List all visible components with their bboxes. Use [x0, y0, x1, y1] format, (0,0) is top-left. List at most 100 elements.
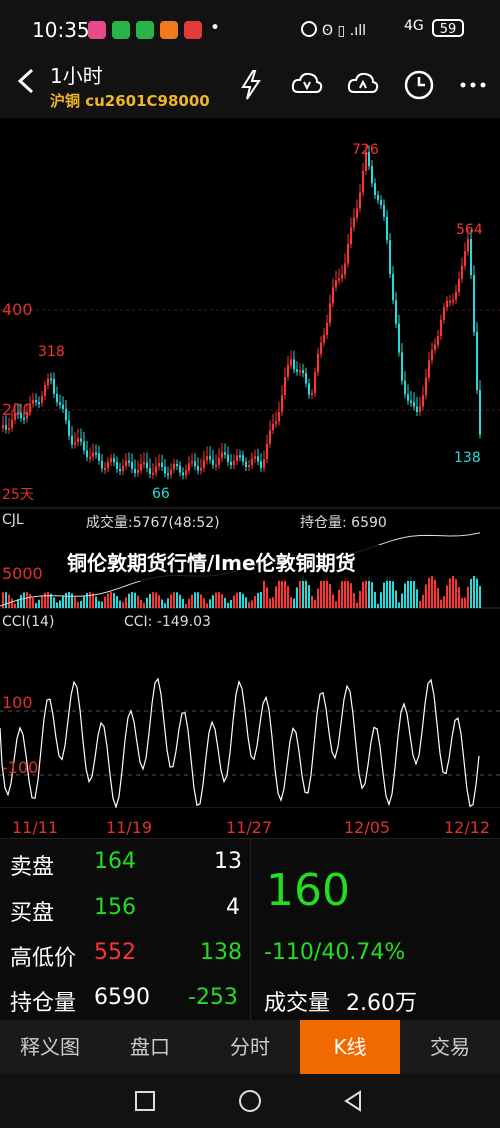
buy-price: 156: [94, 895, 136, 920]
candle-body: [305, 373, 307, 384]
cloud-download-icon[interactable]: [290, 68, 324, 102]
volume-bar: [122, 602, 124, 608]
volume-bar: [26, 592, 28, 608]
kline-chart[interactable]: 400 200 726 564 318 66 138 25天 CJL 成交量:5…: [0, 118, 500, 810]
divider: [250, 839, 251, 1021]
candle-body: [302, 370, 304, 374]
candle-body: [281, 395, 283, 412]
candle-body: [251, 458, 253, 466]
volume-bar: [254, 595, 256, 608]
volume-bar: [329, 584, 331, 608]
candle-body: [347, 244, 349, 264]
volume-bar: [437, 588, 439, 608]
volume-bar: [188, 598, 190, 608]
candle-body: [416, 406, 418, 412]
candle-body: [167, 473, 169, 476]
volume-bar: [443, 596, 445, 608]
volume-bar: [257, 592, 259, 608]
candle-body: [434, 344, 436, 351]
app-notification-icon: [88, 21, 106, 39]
volume-bar: [407, 577, 409, 608]
candle-body: [476, 332, 478, 391]
candle-body: [140, 463, 142, 471]
volume-bar: [227, 602, 229, 608]
tab-orderbook[interactable]: 盘口: [100, 1020, 200, 1074]
volume-bar: [158, 595, 160, 608]
volume-bar: [272, 597, 274, 608]
app-notification-icon: [184, 21, 202, 39]
candle-body: [194, 461, 196, 467]
candle-body: [146, 462, 148, 469]
candle-body: [209, 456, 211, 460]
candle-body: [101, 460, 103, 469]
candle-body: [287, 365, 289, 377]
home-icon[interactable]: [238, 1089, 262, 1113]
date-label: 11/27: [226, 818, 273, 837]
candle-body: [212, 459, 214, 466]
tab-kline[interactable]: K线: [300, 1020, 400, 1074]
candle-body: [317, 353, 319, 373]
volume-bar: [53, 597, 55, 608]
clock-icon[interactable]: [402, 68, 436, 102]
volume-bar: [191, 594, 193, 608]
volume-bar: [404, 583, 406, 608]
volume-bar: [467, 586, 469, 608]
candle-body: [242, 455, 244, 462]
battery-icon: 59: [432, 19, 464, 37]
volume-bar: [347, 577, 349, 608]
volume-bar: [11, 598, 13, 608]
candle-body: [68, 420, 70, 436]
volume-bar: [245, 597, 247, 608]
candle-body: [152, 472, 154, 475]
volume-bar: [470, 578, 472, 608]
candle-body: [53, 378, 55, 394]
candle-body: [464, 251, 466, 266]
wechat-icon: [136, 21, 154, 39]
volume-bar: [332, 594, 334, 608]
volume-bar: [287, 586, 289, 608]
overlay-caption: 铜伦敦期货行情/lme伦敦铜期货: [57, 545, 427, 581]
volume-bar: [446, 585, 448, 608]
more-options-icon[interactable]: [456, 68, 490, 102]
volume-bar: [233, 595, 235, 608]
quote-panel: 卖盘 164 13 买盘 156 4 高低价 552 138 持仓量 6590 …: [0, 838, 500, 1021]
candle-body: [233, 461, 235, 466]
volume-bar: [452, 576, 454, 608]
candle-body: [362, 170, 364, 193]
candle-body: [431, 350, 433, 361]
candle-body: [374, 183, 376, 196]
volume-bar: [464, 597, 466, 608]
candle-body: [197, 466, 199, 471]
candle-body: [182, 472, 184, 476]
volume-bar: [116, 596, 118, 608]
lightning-icon[interactable]: [234, 68, 268, 102]
candle-body: [74, 442, 76, 445]
candle-body: [356, 208, 358, 218]
app-notification-icon: [160, 21, 178, 39]
candle-body: [62, 404, 64, 409]
tab-trade[interactable]: 交易: [400, 1020, 500, 1074]
volume-bar: [137, 595, 139, 608]
ma-label: 25天: [2, 487, 34, 503]
status-bar: 10:35 • ʘ ▯ ․ıll 4G 59: [0, 0, 500, 56]
volume-bar: [224, 597, 226, 608]
back-icon[interactable]: [342, 1090, 364, 1112]
back-arrow-icon[interactable]: [10, 64, 44, 98]
cloud-upload-icon[interactable]: [346, 68, 380, 102]
volume-bar: [398, 602, 400, 608]
candle-body: [215, 464, 217, 467]
app-header: 1小时 沪铜 cu2601C98000: [0, 56, 500, 118]
sell-label: 卖盘: [10, 855, 55, 880]
candle-body: [470, 239, 472, 276]
tab-explain[interactable]: 释义图: [0, 1020, 100, 1074]
volume-bar: [146, 597, 148, 608]
volume-bar: [215, 592, 217, 608]
candle-body: [200, 467, 202, 471]
candle-body: [284, 376, 286, 396]
volume-bar: [317, 588, 319, 608]
recents-icon[interactable]: [134, 1090, 156, 1112]
buy-label: 买盘: [10, 901, 55, 926]
sell-volume: 13: [214, 849, 242, 874]
tab-timeshare[interactable]: 分时: [200, 1020, 300, 1074]
volume-bar: [47, 592, 49, 608]
